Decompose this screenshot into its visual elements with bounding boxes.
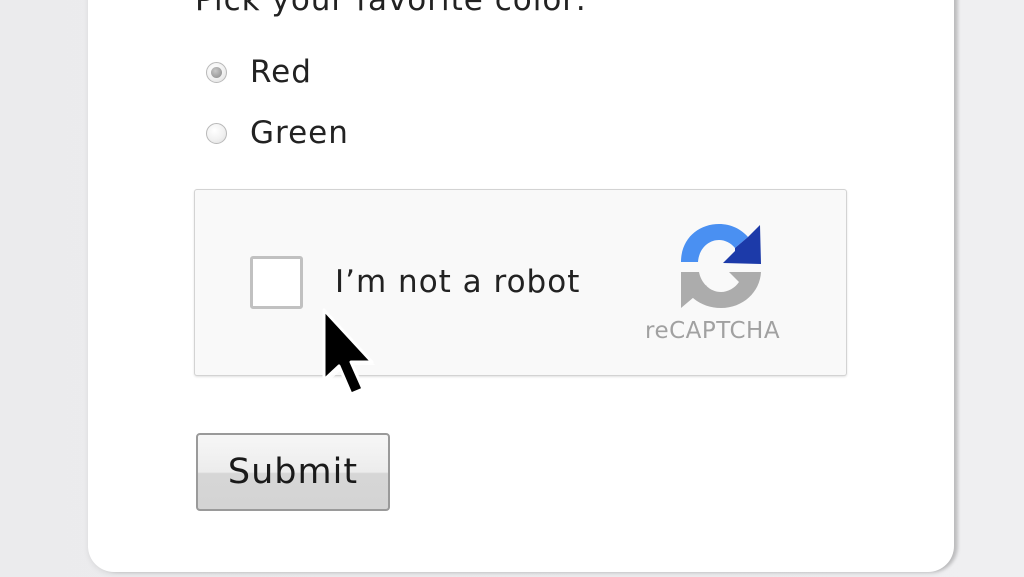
radio-button-green[interactable] [206, 122, 227, 144]
screen: Pick your favorite color: Red Green I’m … [0, 0, 1024, 577]
radio-button-red[interactable] [206, 61, 227, 83]
recaptcha-logo-icon [681, 224, 761, 308]
radio-label-red: Red [250, 54, 312, 90]
radio-option-green[interactable]: Green [206, 115, 349, 151]
question-text: Pick your favorite color: [195, 0, 587, 18]
radio-selected-dot [211, 66, 222, 78]
radio-label-green: Green [250, 115, 349, 151]
recaptcha-checkbox[interactable] [250, 256, 303, 309]
submit-button[interactable]: Submit [196, 433, 390, 511]
recaptcha-brand: reCAPTCHA [645, 318, 781, 344]
recaptcha-checkbox-label: I’m not a robot [335, 264, 581, 300]
recaptcha-widget: I’m not a robot reCAPTCHA [194, 189, 847, 376]
radio-option-red[interactable]: Red [206, 54, 312, 90]
